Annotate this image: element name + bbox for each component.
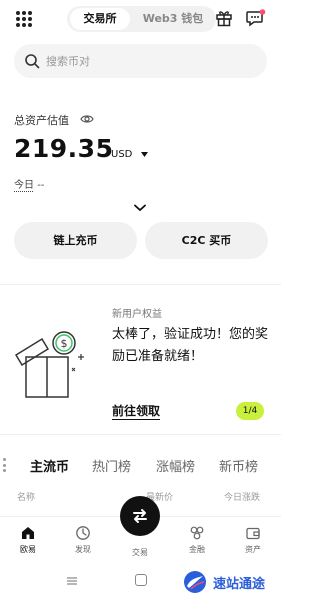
mode-switch: 交易所 Web3 钱包 <box>67 6 216 32</box>
nav-item-assets[interactable]: 资产 <box>233 525 273 555</box>
trade-swap-icon <box>133 509 147 523</box>
tab-web3-wallet[interactable]: Web3 钱包 <box>133 8 213 30</box>
wallet-icon <box>246 527 260 540</box>
total-assets-value: 219.35 <box>14 134 114 163</box>
system-menu-icon[interactable] <box>66 575 78 587</box>
nav-label: 交易 <box>132 548 148 557</box>
today-pnl: 今日 -- <box>14 176 44 191</box>
watermark-text: 速站通途 <box>213 577 266 592</box>
discover-icon <box>76 526 90 540</box>
today-value: -- <box>37 180 45 191</box>
nav-label: 发现 <box>75 545 91 554</box>
c2c-buy-button[interactable]: C2C 买币 <box>145 222 268 259</box>
tab-exchange[interactable]: 交易所 <box>70 8 130 30</box>
gift-box-dollar-icon: $ <box>14 331 84 398</box>
total-assets-label: 总资产估值 <box>14 114 69 127</box>
search-input[interactable] <box>46 52 246 70</box>
top-bar: 交易所 Web3 钱包 <box>0 6 281 32</box>
divider <box>0 284 281 285</box>
finance-icon <box>190 526 204 540</box>
chat-icon[interactable] <box>246 9 266 27</box>
column-header-change[interactable]: 今日涨跌 <box>224 490 260 503</box>
grid-menu-icon[interactable] <box>16 11 32 27</box>
tab-new-coins[interactable]: 新币榜 <box>219 456 258 475</box>
nav-item-discover[interactable]: 发现 <box>63 525 103 555</box>
watermark-logo-icon <box>184 571 206 593</box>
currency-selector[interactable]: USD <box>111 149 132 160</box>
watermark: 速站通途 <box>183 567 278 597</box>
promo-pager-badge: 1/4 <box>236 402 264 420</box>
nav-label: 欧易 <box>20 545 36 554</box>
promo-tag: 新用户权益 <box>112 309 162 320</box>
search-bar[interactable] <box>14 44 267 78</box>
caret-down-icon[interactable] <box>141 152 148 157</box>
home-icon <box>22 527 34 539</box>
system-home-icon[interactable] <box>135 574 147 586</box>
gift-icon[interactable] <box>215 9 233 27</box>
tab-hot[interactable]: 热门榜 <box>92 456 131 475</box>
nav-item-home[interactable]: 欧易 <box>8 525 48 555</box>
today-label: 今日 <box>14 180 34 191</box>
nav-label: 金融 <box>189 545 205 554</box>
eye-icon[interactable] <box>80 113 94 125</box>
chevron-down-icon[interactable] <box>134 204 146 212</box>
promo-text: 太棒了，验证成功！您的奖励已准备就绪！ <box>112 327 269 364</box>
column-header-name: 名称 <box>17 493 36 503</box>
nav-label: 资产 <box>245 545 261 554</box>
trade-button[interactable] <box>120 496 160 536</box>
divider <box>0 434 281 435</box>
tab-mainstream[interactable]: 主流币 <box>30 456 69 475</box>
search-icon <box>25 54 40 69</box>
notification-dot <box>259 9 266 15</box>
more-vertical-icon[interactable] <box>3 458 6 472</box>
claim-reward-link[interactable]: 前往领取 <box>112 402 160 419</box>
svg-text:$: $ <box>61 337 68 350</box>
deposit-button[interactable]: 链上充币 <box>14 222 137 259</box>
tab-gainers[interactable]: 涨幅榜 <box>156 456 195 475</box>
nav-item-finance[interactable]: 金融 <box>177 525 217 555</box>
